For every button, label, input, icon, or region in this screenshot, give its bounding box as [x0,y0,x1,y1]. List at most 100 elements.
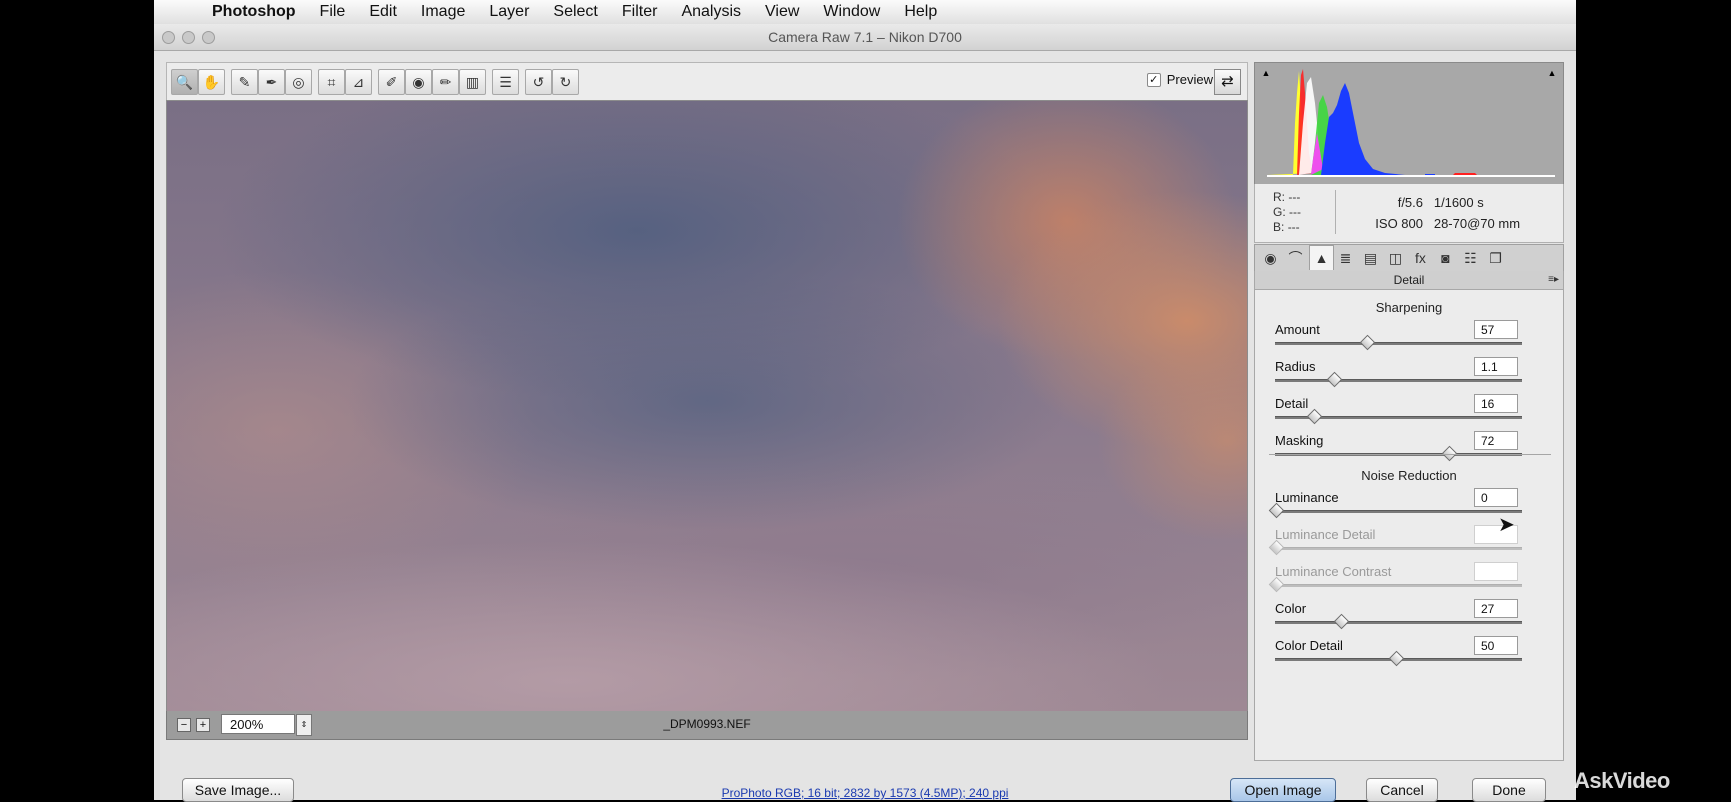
luminance-detail-label: Luminance Detail [1275,527,1376,542]
radius-slider[interactable] [1275,371,1522,388]
window-titlebar: Camera Raw 7.1 – Nikon D700 [154,24,1576,51]
lens-value: 28-70@70 mm [1433,216,1521,231]
panel-title: Detail [1393,273,1425,287]
radius-value-field[interactable]: 1.1 [1474,357,1518,376]
spot-removal-tool-button[interactable]: ✐ [378,69,405,95]
color-detail-value-field[interactable]: 50 [1474,636,1518,655]
b-label: B: [1273,220,1285,234]
menu-edit[interactable]: Edit [357,3,409,21]
luminance-contrast-label: Luminance Contrast [1275,564,1392,579]
cancel-button[interactable]: Cancel [1366,778,1438,802]
detail-tab[interactable]: ▲ [1309,245,1334,270]
camera-calibration-tab[interactable]: ◙ [1434,246,1457,270]
straighten-tool-button[interactable]: ⊿ [345,69,372,95]
close-window-button[interactable] [162,31,175,44]
amount-value-field[interactable]: 57 [1474,320,1518,339]
color-label: Color [1275,601,1307,616]
g-value: --- [1289,205,1302,219]
preview-label: Preview [1166,72,1213,87]
open-image-button[interactable]: Open Image [1230,778,1336,802]
camera-raw-window: Camera Raw 7.1 – Nikon D700 🔍 ✋ ✎ ✒ ◎ ⌗ ⊿ ✐ ◉ ✏ ▥ ☰… [154,24,1670,802]
white-balance-tool-button[interactable]: ✎ [231,69,258,95]
masking-label: Masking [1275,433,1324,448]
preferences-tool-button[interactable]: ☰ [492,69,519,95]
readout-divider [1335,190,1336,234]
presets-tab[interactable]: ☷ [1459,246,1482,270]
zoom-window-button[interactable] [202,31,215,44]
preview-checkbox[interactable]: ✓ [1146,72,1161,87]
detail-panel: Sharpening Amount 57 Radius 1.1 Detail 16 Mask… [1254,290,1564,761]
detail-slider[interactable] [1275,408,1522,425]
luminance-slider[interactable] [1268,502,1522,519]
color-detail-slider[interactable] [1275,650,1522,667]
detail-slider-thumb[interactable] [1306,408,1323,425]
targeted-adjustment-tool-button[interactable]: ◎ [285,69,312,95]
menu-filter[interactable]: Filter [610,3,670,21]
amount-slider-thumb[interactable] [1359,334,1376,351]
luminance-value-field[interactable]: 0 [1474,488,1518,507]
window-title: Camera Raw 7.1 – Nikon D700 [768,29,962,45]
panel-divider [1269,454,1551,455]
color-value-field[interactable]: 27 [1474,599,1518,618]
r-label: R: [1273,190,1285,204]
graduated-filter-tool-button[interactable]: ▥ [459,69,486,95]
adjustment-brush-tool-button[interactable]: ✏ [432,69,459,95]
rgb-readout: R: --- G: --- B: --- [1273,190,1301,235]
red-eye-tool-button[interactable]: ◉ [405,69,432,95]
menu-file[interactable]: File [308,3,358,21]
crop-tool-button[interactable]: ⌗ [318,69,345,95]
color-sampler-tool-button[interactable]: ✒ [258,69,285,95]
luminance-slider-thumb[interactable] [1268,502,1285,519]
tone-curve-tab[interactable]: ⌒ [1284,246,1307,270]
toolbar: 🔍 ✋ ✎ ✒ ◎ ⌗ ⊿ ✐ ◉ ✏ ▥ ☰ ↺ ↻ ✓ Preview ⇄ [166,62,1248,101]
g-label: G: [1273,205,1286,219]
hsl-tab[interactable]: ≣ [1334,246,1357,270]
image-preview[interactable] [166,100,1248,712]
preview-toggle[interactable]: ✓ Preview [1146,72,1213,87]
effects-tab[interactable]: fx [1409,246,1432,270]
snapshots-tab[interactable]: ❐ [1484,246,1507,270]
menu-window[interactable]: Window [811,3,892,21]
rotate-cw-tool-button[interactable]: ↻ [552,69,579,95]
done-button[interactable]: Done [1472,778,1546,802]
color-detail-slider-thumb[interactable] [1388,650,1405,667]
detail-label: Detail [1275,396,1309,411]
file-name: _DPM0993.NEF [663,717,751,731]
menu-view[interactable]: View [753,3,811,21]
luminance-detail-slider [1268,539,1522,556]
menu-image[interactable]: Image [409,3,477,21]
menu-layer[interactable]: Layer [477,3,541,21]
menu-select[interactable]: Select [541,3,609,21]
color-slider-thumb[interactable] [1333,613,1350,630]
zoom-tool-button[interactable]: 🔍 [171,69,198,95]
iso-value: ISO 800 [1375,216,1423,231]
mouse-cursor-icon: ➤ [1498,514,1515,536]
menu-help[interactable]: Help [892,3,949,21]
sharpening-title: Sharpening [1375,300,1443,315]
radius-slider-thumb[interactable] [1326,371,1343,388]
rotate-ccw-tool-button[interactable]: ↺ [525,69,552,95]
amount-slider[interactable] [1275,334,1522,351]
luminance-contrast-slider [1268,576,1522,593]
menu-app-photoshop[interactable]: Photoshop [212,3,308,21]
watermark-logo: AskVideo [1574,768,1670,793]
workflow-options-link[interactable]: ProPhoto RGB; 16 bit; 2832 by 1573 (4.5M… [154,786,1576,800]
histogram: ▲ ▲ [1254,62,1564,186]
color-slider[interactable] [1275,613,1522,630]
color-detail-label: Color Detail [1275,638,1343,653]
fullscreen-toggle-button[interactable]: ⇄ [1214,69,1241,95]
lens-corrections-tab[interactable]: ◫ [1384,246,1407,270]
b-value: --- [1287,220,1300,234]
menu-analysis[interactable]: Analysis [669,3,753,21]
masking-value-field[interactable]: 72 [1474,431,1518,450]
panel-menu-icon[interactable]: ≡▸ [1548,271,1559,289]
basic-tab[interactable]: ◉ [1259,246,1282,270]
preview-status-bar: − + 200% ⇕ _DPM0993.NEF [166,711,1248,740]
hand-tool-button[interactable]: ✋ [198,69,225,95]
detail-value-field[interactable]: 16 [1474,394,1518,413]
split-toning-tab[interactable]: ▤ [1359,246,1382,270]
minimize-window-button[interactable] [182,31,195,44]
histogram-graph [1267,69,1555,177]
amount-label: Amount [1275,322,1320,337]
luminance-label: Luminance [1275,490,1339,505]
